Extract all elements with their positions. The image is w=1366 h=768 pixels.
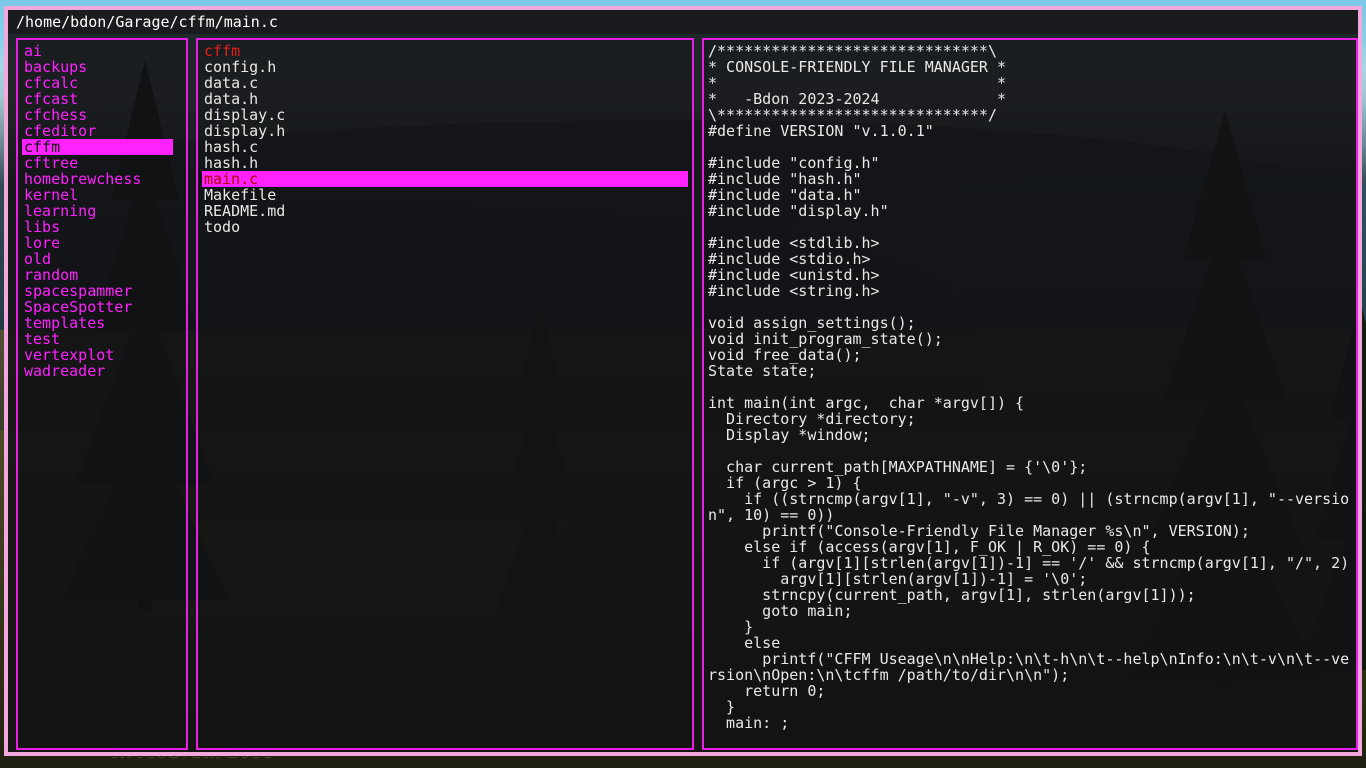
code-line: char current_path[MAXPATHNAME] = {'\0'}; [708,459,1356,475]
code-line: State state; [708,363,1356,379]
code-line: #include <unistd.h> [708,267,1356,283]
code-line: void free_data(); [708,347,1356,363]
code-line: goto main; [708,603,1356,619]
dir-item-lore[interactable]: lore [22,235,186,251]
code-line: } [708,619,1356,635]
code-line: #include <stdlib.h> [708,235,1356,251]
dir-item-cfeditor[interactable]: cfeditor [22,123,186,139]
dir-item-learning[interactable]: learning [22,203,186,219]
terminal-window[interactable]: /home/bdon/Garage/cffm/main.c ai backups… [4,6,1362,756]
dir-item-cfchess[interactable]: cfchess [22,107,186,123]
file-item-readme-md[interactable]: README.md [202,203,692,219]
dir-item-vertexplot[interactable]: vertexplot [22,347,186,363]
file-item-main-c-selected[interactable]: main.c [202,171,688,187]
dir-item-kernel[interactable]: kernel [22,187,186,203]
code-line [708,299,1356,315]
code-line: else if (access(argv[1], F_OK | R_OK) ==… [708,539,1356,555]
file-item-config-h[interactable]: config.h [202,59,692,75]
files-panel[interactable]: cffm config.h data.c data.h display.c di… [196,38,694,750]
dir-item-cffm-selected[interactable]: cffm [22,139,173,155]
code-line: argv[1][strlen(argv[1])-1] = '\0'; [708,571,1356,587]
dir-item-spacespotter[interactable]: SpaceSpotter [22,299,186,315]
dir-item-cfcalc[interactable]: cfcalc [22,75,186,91]
code-line: int main(int argc, char *argv[]) { [708,395,1356,411]
directories-list: ai backups cfcalc cfcast cfchess cfedito… [18,40,186,748]
file-item-todo[interactable]: todo [202,219,692,235]
code-line: strncpy(current_path, argv[1], strlen(ar… [708,587,1356,603]
code-line: #include "config.h" [708,155,1356,171]
code-line [708,219,1356,235]
dir-item-wadreader[interactable]: wadreader [22,363,186,379]
code-line: printf("CFFM Useage\n\nHelp:\n\t-h\n\t--… [708,651,1356,683]
code-line: if (argc > 1) { [708,475,1356,491]
file-item-data-h[interactable]: data.h [202,91,692,107]
code-line: /******************************\ [708,43,1356,59]
dir-item-cfcast[interactable]: cfcast [22,91,186,107]
code-preview: /******************************\ * CONSO… [704,40,1356,748]
code-line [708,139,1356,155]
dir-item-random[interactable]: random [22,267,186,283]
file-item-makefile[interactable]: Makefile [202,187,692,203]
dir-item-spacespammer[interactable]: spacespammer [22,283,186,299]
code-line: #include <stdio.h> [708,251,1356,267]
directories-panel[interactable]: ai backups cfcalc cfcast cfchess cfedito… [16,38,188,750]
file-item-hash-h[interactable]: hash.h [202,155,692,171]
code-line: #include <string.h> [708,283,1356,299]
file-manager-panels: ai backups cfcalc cfcast cfchess cfedito… [16,38,1358,750]
dir-item-templates[interactable]: templates [22,315,186,331]
dir-item-homebrewchess[interactable]: homebrewchess [22,171,186,187]
code-line: void init_program_state(); [708,331,1356,347]
dir-item-cftree[interactable]: cftree [22,155,186,171]
code-line: if (argv[1][strlen(argv[1])-1] == '/' &&… [708,555,1356,571]
files-list: cffm config.h data.c data.h display.c di… [198,40,692,748]
code-line: #include "hash.h" [708,171,1356,187]
code-line: Directory *directory; [708,411,1356,427]
code-line: #include "display.h" [708,203,1356,219]
code-line: * -Bdon 2023-2024 * [708,91,1356,107]
code-line: return 0; [708,683,1356,699]
code-line: } [708,699,1356,715]
file-item-hash-c[interactable]: hash.c [202,139,692,155]
code-line: \******************************/ [708,107,1356,123]
code-line: void assign_settings(); [708,315,1356,331]
code-line: * * [708,75,1356,91]
dir-item-libs[interactable]: libs [22,219,186,235]
file-preview-panel[interactable]: /******************************\ * CONSO… [702,38,1358,750]
file-item-display-c[interactable]: display.c [202,107,692,123]
current-directory-label: cffm [202,43,692,59]
dir-item-old[interactable]: old [22,251,186,267]
file-item-data-c[interactable]: data.c [202,75,692,91]
code-line: * CONSOLE-FRIENDLY FILE MANAGER * [708,59,1356,75]
window-title-path: /home/bdon/Garage/cffm/main.c [8,10,1358,34]
code-line: Display *window; [708,427,1356,443]
code-line: #define VERSION "v.1.0.1" [708,123,1356,139]
code-line [708,443,1356,459]
code-line: if ((strncmp(argv[1], "-v", 3) == 0) || … [708,491,1356,523]
code-line: main: ; [708,715,1356,731]
dir-item-backups[interactable]: backups [22,59,186,75]
code-line [708,379,1356,395]
file-item-display-h[interactable]: display.h [202,123,692,139]
code-line: #include "data.h" [708,187,1356,203]
code-line: else [708,635,1356,651]
dir-item-test[interactable]: test [22,331,186,347]
dir-item-ai[interactable]: ai [22,43,186,59]
code-line: printf("Console-Friendly File Manager %s… [708,523,1356,539]
